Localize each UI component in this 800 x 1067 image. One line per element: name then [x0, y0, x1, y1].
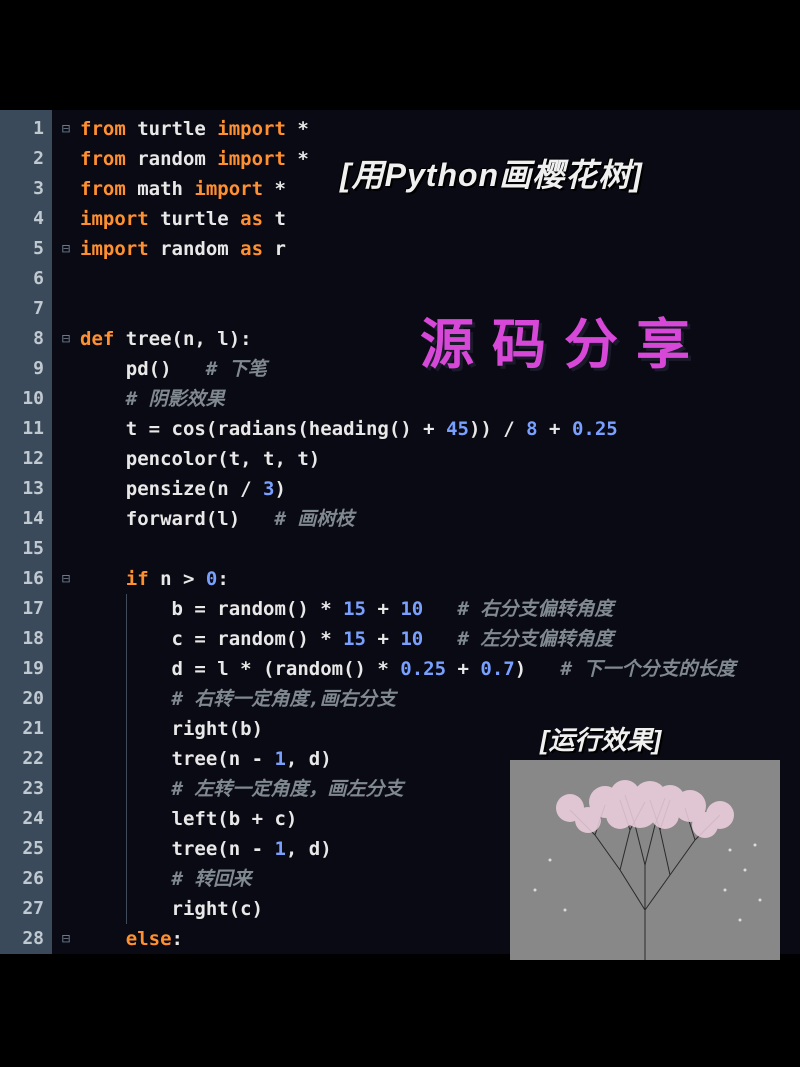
result-preview [510, 760, 780, 960]
code-line[interactable]: # 右转一定角度,画右分支 [80, 684, 800, 714]
line-number: 3 [0, 174, 52, 204]
fold-marker[interactable]: ⊟ [52, 564, 80, 594]
line-number: 9 [0, 354, 52, 384]
line-number: 11 [0, 414, 52, 444]
overlay-title: [用Python画樱花树] [340, 150, 643, 196]
code-line[interactable] [80, 534, 800, 564]
line-number: 12 [0, 444, 52, 474]
cherry-tree-icon [510, 760, 780, 960]
fold-marker [52, 714, 80, 744]
line-number: 25 [0, 834, 52, 864]
fold-marker [52, 894, 80, 924]
fold-marker [52, 834, 80, 864]
fold-marker [52, 684, 80, 714]
code-line[interactable]: right(b) [80, 714, 800, 744]
fold-marker [52, 774, 80, 804]
line-number: 26 [0, 864, 52, 894]
code-line[interactable]: from turtle import * [80, 114, 800, 144]
line-number: 22 [0, 744, 52, 774]
fold-marker[interactable]: ⊟ [52, 924, 80, 954]
fold-marker [52, 744, 80, 774]
fold-marker [52, 384, 80, 414]
overlay-subtitle: 源码分享 [420, 300, 708, 379]
code-line[interactable]: d = l * (random() * 0.25 + 0.7) # 下一个分支的… [80, 654, 800, 684]
fold-marker [52, 504, 80, 534]
line-number: 5 [0, 234, 52, 264]
line-number: 6 [0, 264, 52, 294]
line-number: 21 [0, 714, 52, 744]
fold-marker [52, 804, 80, 834]
fold-marker[interactable]: ⊟ [52, 114, 80, 144]
line-number: 24 [0, 804, 52, 834]
fold-marker [52, 294, 80, 324]
line-number: 19 [0, 654, 52, 684]
fold-marker [52, 444, 80, 474]
code-line[interactable]: c = random() * 15 + 10 # 左分支偏转角度 [80, 624, 800, 654]
line-number: 7 [0, 294, 52, 324]
code-line[interactable]: pensize(n / 3) [80, 474, 800, 504]
fold-column[interactable]: ⊟ ⊟ ⊟ ⊟ ⊟ [52, 110, 80, 954]
fold-marker [52, 654, 80, 684]
code-line[interactable] [80, 264, 800, 294]
line-number: 2 [0, 144, 52, 174]
code-line[interactable]: t = cos(radians(heading() + 45)) / 8 + 0… [80, 414, 800, 444]
line-number-gutter: 1234567891011121314151617181920212223242… [0, 110, 52, 954]
fold-marker[interactable]: ⊟ [52, 324, 80, 354]
line-number: 16 [0, 564, 52, 594]
fold-marker [52, 534, 80, 564]
fold-marker [52, 354, 80, 384]
fold-marker [52, 414, 80, 444]
line-number: 13 [0, 474, 52, 504]
fold-marker [52, 474, 80, 504]
line-number: 17 [0, 594, 52, 624]
code-line[interactable]: if n > 0: [80, 564, 800, 594]
line-number: 1 [0, 114, 52, 144]
fold-marker[interactable]: ⊟ [52, 234, 80, 264]
line-number: 28 [0, 924, 52, 954]
line-number: 8 [0, 324, 52, 354]
fold-marker [52, 594, 80, 624]
line-number: 14 [0, 504, 52, 534]
line-number: 23 [0, 774, 52, 804]
overlay-result-label: [运行效果] [540, 720, 661, 757]
fold-marker [52, 864, 80, 894]
line-number: 4 [0, 204, 52, 234]
code-line[interactable]: import turtle as t [80, 204, 800, 234]
code-line[interactable]: pencolor(t, t, t) [80, 444, 800, 474]
line-number: 15 [0, 534, 52, 564]
fold-marker [52, 624, 80, 654]
fold-marker [52, 264, 80, 294]
fold-marker [52, 144, 80, 174]
line-number: 10 [0, 384, 52, 414]
line-number: 20 [0, 684, 52, 714]
code-line[interactable]: forward(l) # 画树枝 [80, 504, 800, 534]
fold-marker [52, 174, 80, 204]
code-line[interactable]: import random as r [80, 234, 800, 264]
line-number: 27 [0, 894, 52, 924]
fold-marker [52, 204, 80, 234]
code-line[interactable]: # 阴影效果 [80, 384, 800, 414]
line-number: 18 [0, 624, 52, 654]
code-line[interactable]: b = random() * 15 + 10 # 右分支偏转角度 [80, 594, 800, 624]
